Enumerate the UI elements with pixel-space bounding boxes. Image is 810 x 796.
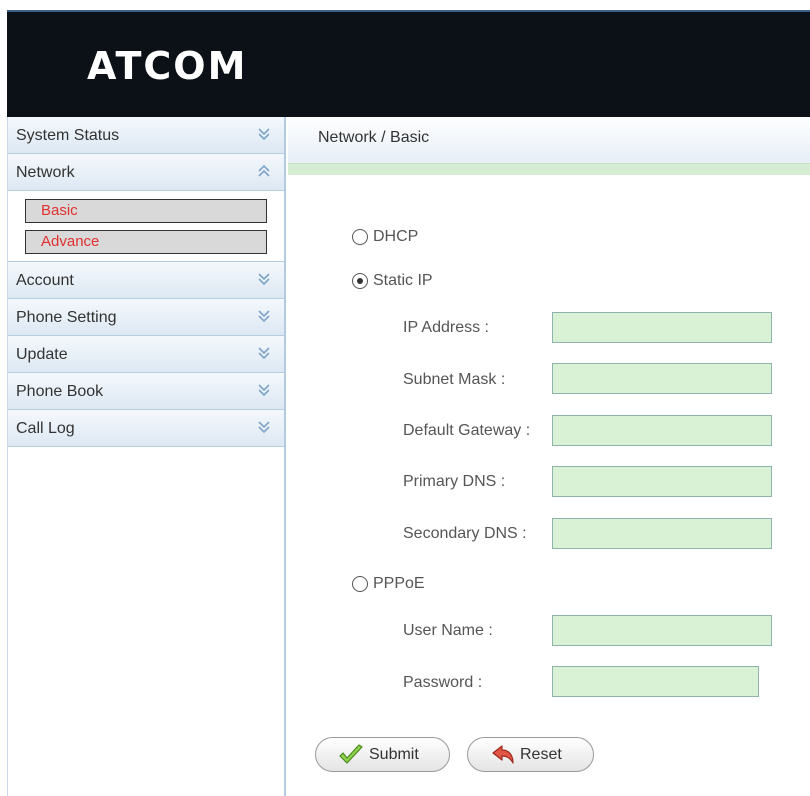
network-submenu: Basic Advance bbox=[8, 191, 284, 262]
chevron-double-down-icon[interactable] bbox=[256, 125, 272, 143]
reset-button[interactable]: Reset bbox=[467, 737, 594, 772]
primary-dns-field[interactable] bbox=[552, 466, 772, 497]
submit-button[interactable]: Submit bbox=[315, 737, 450, 772]
breadcrumb: Network / Basic bbox=[318, 129, 430, 146]
sidebar-item-network[interactable]: Network bbox=[8, 154, 284, 191]
sidebar-item-label: System Status bbox=[16, 127, 120, 144]
reset-label: Reset bbox=[520, 746, 562, 763]
chevron-double-down-icon[interactable] bbox=[256, 418, 272, 436]
subnet-mask-label: Subnet Mask : bbox=[403, 371, 506, 388]
atcom-logo: ATCOM bbox=[87, 44, 248, 88]
sidebar-item-label: Phone Book bbox=[16, 383, 104, 400]
submenu-item-advance[interactable]: Advance bbox=[25, 230, 267, 254]
sidebar-item-label: Phone Setting bbox=[16, 309, 117, 326]
sidebar-item-label: Network bbox=[16, 164, 75, 181]
sidebar-item-system-status[interactable]: System Status bbox=[8, 117, 284, 154]
static-ip-radio[interactable] bbox=[352, 273, 368, 289]
ip-address-field[interactable] bbox=[552, 312, 772, 343]
chevron-double-down-icon[interactable] bbox=[256, 307, 272, 325]
chevron-double-down-icon[interactable] bbox=[256, 344, 272, 362]
primary-dns-label: Primary DNS : bbox=[403, 473, 506, 490]
default-gateway-field[interactable] bbox=[552, 415, 772, 446]
sidebar-item-update[interactable]: Update bbox=[8, 336, 284, 373]
main-content: Network / Basic DHCP Static IP IP Addres… bbox=[288, 117, 810, 796]
radio-selected-dot bbox=[356, 277, 363, 284]
chevron-double-down-icon[interactable] bbox=[256, 381, 272, 399]
pppoe-radio-option[interactable]: PPPoE bbox=[352, 574, 472, 596]
header-banner: ATCOM bbox=[7, 10, 810, 117]
sidebar: System Status Network Basic Advance Acco… bbox=[7, 117, 286, 796]
user-name-field[interactable] bbox=[552, 615, 772, 646]
chevron-double-up-icon[interactable] bbox=[256, 162, 272, 180]
submit-label: Submit bbox=[369, 746, 419, 763]
undo-arrow-icon bbox=[490, 744, 516, 771]
static-ip-label: Static IP bbox=[373, 272, 433, 289]
submenu-item-basic[interactable]: Basic bbox=[25, 199, 267, 223]
static-ip-radio-option[interactable]: Static IP bbox=[352, 271, 492, 293]
sidebar-item-label: Call Log bbox=[16, 420, 75, 437]
password-field[interactable] bbox=[552, 666, 759, 697]
checkmark-icon bbox=[338, 744, 364, 771]
sidebar-item-label: Account bbox=[16, 272, 74, 289]
sidebar-item-phone-setting[interactable]: Phone Setting bbox=[8, 299, 284, 336]
default-gateway-label: Default Gateway : bbox=[403, 422, 531, 439]
pppoe-label: PPPoE bbox=[373, 575, 425, 592]
user-name-label: User Name : bbox=[403, 622, 493, 639]
sidebar-item-phone-book[interactable]: Phone Book bbox=[8, 373, 284, 410]
secondary-dns-field[interactable] bbox=[552, 518, 772, 549]
dhcp-label: DHCP bbox=[373, 228, 419, 245]
password-label: Password : bbox=[403, 674, 483, 691]
sidebar-item-account[interactable]: Account bbox=[8, 262, 284, 299]
breadcrumb-bar: Network / Basic bbox=[288, 117, 810, 163]
sidebar-item-label: Update bbox=[16, 346, 68, 363]
pppoe-radio[interactable] bbox=[352, 576, 368, 592]
divider-bar bbox=[288, 163, 810, 175]
secondary-dns-label: Secondary DNS : bbox=[403, 525, 527, 542]
dhcp-radio[interactable] bbox=[352, 229, 368, 245]
sidebar-item-call-log[interactable]: Call Log bbox=[8, 410, 284, 447]
chevron-double-down-icon[interactable] bbox=[256, 270, 272, 288]
ip-address-label: IP Address : bbox=[403, 319, 489, 336]
subnet-mask-field[interactable] bbox=[552, 363, 772, 394]
dhcp-radio-option[interactable]: DHCP bbox=[352, 227, 472, 249]
